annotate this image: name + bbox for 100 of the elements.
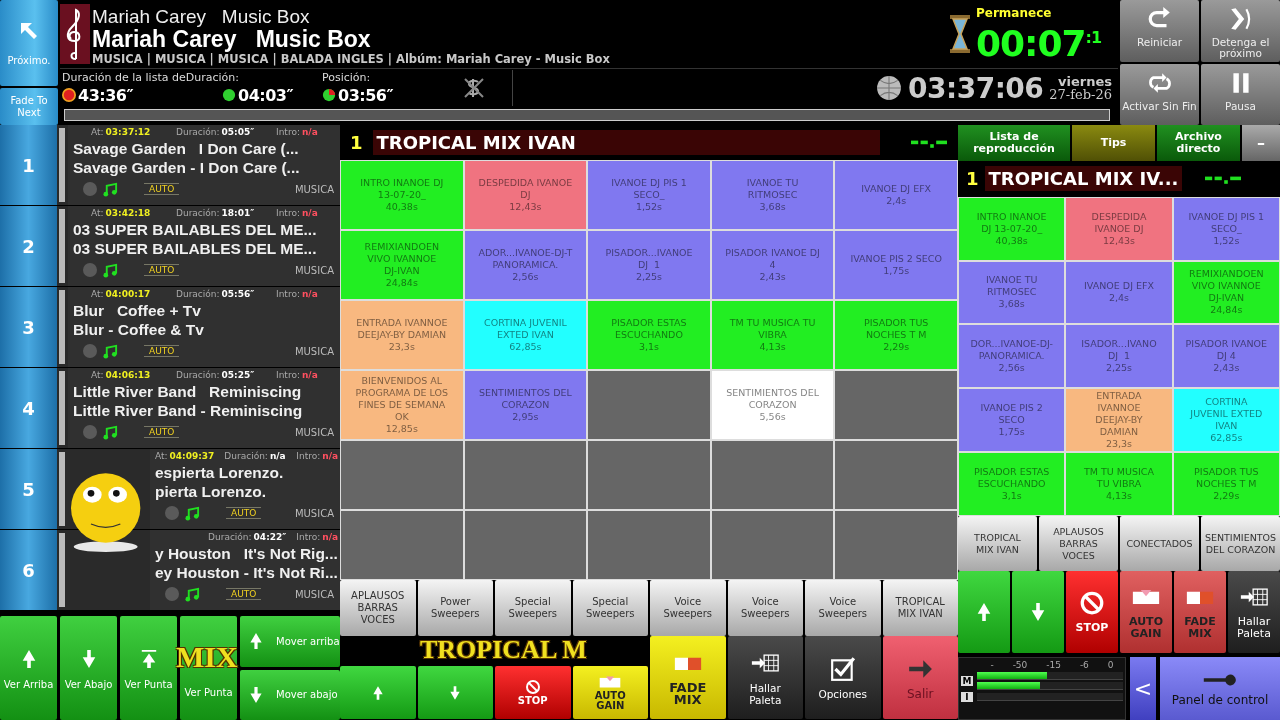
control-panel-button[interactable]: Panel de control <box>1160 657 1280 720</box>
exit-button[interactable]: Salir <box>882 636 958 719</box>
sound-pad[interactable]: ISADOR...IVANO DJ 1 2,25s <box>1066 325 1172 388</box>
sound-pad[interactable]: IVANOE DJ EFX 2,4s <box>835 161 957 229</box>
sound-pad[interactable]: SENTIMIENTOS DEL CORAZON 5,56s <box>711 371 834 439</box>
fade-button[interactable]: Fade To Next <box>0 88 58 125</box>
queue-number[interactable]: 5 <box>0 449 57 529</box>
next-button[interactable]: Próximo. <box>0 0 58 86</box>
queue-number[interactable]: 1 <box>0 125 57 205</box>
sound-pad[interactable]: IVANOE DJ PIS 1 SECO_ 1,52s <box>588 161 710 229</box>
sound-pad[interactable]: PISADOR...IVANOE DJ 1 2,25s <box>588 231 710 299</box>
category-button[interactable]: TROPICAL MIX IVAN <box>882 580 958 636</box>
sound-pad[interactable]: PISADOR ESTAS ESCUCHANDO 3,1s <box>588 301 710 369</box>
sound-pad[interactable]: DESPEDIDA IVANOE DJ 12,43s <box>1066 197 1172 260</box>
track-title: Blur Coffee + Tv <box>73 301 202 320</box>
fade-mix-button[interactable]: FADE MIX <box>650 636 726 719</box>
category-button[interactable]: Voice Sweepers <box>727 580 803 636</box>
start-time: 03:42:18 <box>105 208 151 218</box>
category-label: MUSICA <box>294 345 335 357</box>
minimize-button[interactable]: – <box>1242 125 1280 161</box>
sound-pad[interactable]: PISADOR TUS NOCHES T M 2,29s <box>1173 452 1279 515</box>
sound-pad[interactable]: SENTIMIENTOS DEL CORAZON 2,95s <box>464 371 587 439</box>
playlist-item[interactable]: At: 04:09:37 Duración: n/a Intro: n/a espierta Lorenzo. pierta Lorenzo. AUTO MUSICA <box>150 449 340 529</box>
tab[interactable]: Lista de reproducción <box>958 125 1071 161</box>
sound-pad[interactable]: PISADOR TUS NOCHES T M 2,29s <box>835 301 957 369</box>
sound-pad[interactable]: ENTRADA IVANNOE DEEJAY-BY DAMIAN 23,3s <box>1066 389 1172 451</box>
category-button[interactable]: APLAUSOS BARRAS VOCES <box>1039 515 1118 572</box>
track-title: espierta Lorenzo. <box>155 463 285 482</box>
auto-badge: AUTO <box>144 264 180 276</box>
back-button[interactable]: < <box>1130 657 1156 720</box>
sound-pad[interactable]: BIENVENIDOS AL PROGRAMA DE LOS FINES DE SEMANA OK 12,85s <box>341 371 463 439</box>
sound-pad[interactable]: DOR...IVANOE-DJ- PANORAMICA. 2,56s <box>959 325 1065 388</box>
song-info: MUSICA | MUSICA | MUSICA | BALADA INGLES | Albúm: Mariah Carey - Music Box <box>92 52 611 67</box>
options-button[interactable]: Opciones <box>805 636 881 719</box>
clef-logo <box>60 4 90 64</box>
category-button[interactable]: Power Sweepers <box>417 580 493 636</box>
sound-pad[interactable]: DESPEDIDA IVANOE DJ 12,43s <box>464 161 587 229</box>
status-dot <box>165 506 179 520</box>
down-button[interactable]: Ver Abajo <box>60 616 117 720</box>
duration-value: 04:22″ <box>253 532 287 542</box>
playlist-item[interactable]: At: 03:37:12 Duración: 05:05″ Intro: n/a Savage Garden I Don Care (... Savage Garden - I Don Care (... AUTO MUSICA <box>68 125 340 205</box>
sound-pad[interactable]: PISADOR IVANOE DJ 4 2,43s <box>711 231 834 299</box>
restart-button[interactable]: Reiniciar <box>1120 0 1199 62</box>
sound-pad[interactable]: ADOR...IVANOE-DJ-T PANORAMICA. 2,56s <box>464 231 587 299</box>
category-button[interactable]: Special Sweepers <box>572 580 648 636</box>
music-note-icon <box>185 586 200 602</box>
auto-gain-button[interactable]: AUTO GAIN <box>1120 571 1172 654</box>
tab[interactable]: Archivo directo <box>1157 125 1240 161</box>
queue-number[interactable]: 6 <box>0 530 57 610</box>
sound-pad[interactable]: REMIXIANDOEN VIVO IVANNOE DJ-IVAN 24,84s <box>341 231 463 299</box>
sound-pad[interactable]: PISADOR IVANOE DJ 4 2,43s <box>1173 325 1279 388</box>
up-button[interactable] <box>340 666 416 719</box>
sound-pad[interactable]: PISADOR ESTAS ESCUCHANDO 3,1s <box>959 452 1065 515</box>
top-button[interactable]: Ver Punta <box>120 616 177 720</box>
find-palette-button[interactable]: Hallar Paleta <box>1228 571 1280 654</box>
music-note-icon <box>103 424 118 440</box>
tab[interactable]: Tips <box>1072 125 1155 161</box>
sound-pad[interactable]: IVANOE DJ EFX 2,4s <box>1066 261 1172 324</box>
down-button[interactable] <box>417 666 493 719</box>
category-button[interactable]: APLAUSOS BARRAS VOCES <box>340 580 416 636</box>
up-button[interactable]: Mover arriba <box>240 616 340 667</box>
stop-button[interactable]: STOP <box>495 666 571 719</box>
sound-pad[interactable]: IVANOE TU RITMOSEC 3,68s <box>711 161 834 229</box>
sound-pad[interactable]: ENTRADA IVANNOE DEEJAY-BY DAMIAN 23,3s <box>341 301 463 369</box>
pause-button[interactable]: Pausa <box>1201 63 1280 125</box>
category-button[interactable]: TROPICAL MIX IVAN <box>958 515 1037 572</box>
sound-pad[interactable]: IVANOE PIS 2 SECO 1,75s <box>959 389 1065 451</box>
sound-pad[interactable]: IVANOE PIS 2 SECO 1,75s <box>835 231 957 299</box>
loop-button[interactable]: Activar Sin Fin <box>1120 63 1199 125</box>
sound-pad[interactable]: INTRO INANOE DJ 13-07-20_ 40,38s <box>341 161 463 229</box>
playlist-item[interactable]: At: 04:00:17 Duración: 05:56″ Intro: n/a Blur Coffee + Tv Blur - Coffee & Tv AUTO MUSICA <box>68 287 340 367</box>
fade-mix-button[interactable]: FADE MIX <box>1174 571 1226 654</box>
sound-pad[interactable]: REMIXIANDOEN VIVO IVANNOE DJ-IVAN 24,84s <box>1173 261 1279 324</box>
auto-gain-button[interactable]: AUTO GAIN <box>572 666 648 719</box>
sound-pad[interactable]: INTRO INANOE DJ 13-07-20_ 40,38s <box>959 197 1065 260</box>
sound-pad[interactable]: CORTINA JUVENIL EXTED IVAN 62,85s <box>464 301 587 369</box>
down-button[interactable] <box>1012 571 1064 654</box>
duration-label: Duración: <box>176 127 220 137</box>
sound-pad[interactable]: TM TU MUSICA TU VIBRA 4,13s <box>1066 452 1172 515</box>
category-button[interactable]: CONECTADOS <box>1120 515 1199 572</box>
category-button[interactable]: Voice Sweepers <box>650 580 726 636</box>
playlist-item[interactable]: Duración: 04:22″ Intro: n/a y Houston It's Not Rig... ey Houston - It's Not Ri... AUTO MUSICA <box>150 530 340 610</box>
queue-number[interactable]: 2 <box>0 206 57 286</box>
up-button[interactable] <box>958 571 1010 654</box>
category-button[interactable]: Special Sweepers <box>495 580 571 636</box>
category-button[interactable]: SENTIMIENTOS DEL CORAZON <box>1201 515 1280 572</box>
queue-number[interactable]: 3 <box>0 287 57 367</box>
down-button[interactable]: Mover abajo <box>240 669 340 720</box>
category-button[interactable]: Voice Sweepers <box>805 580 881 636</box>
sound-pad[interactable]: IVANOE TU RITMOSEC 3,68s <box>959 261 1065 324</box>
queue-number[interactable]: 4 <box>0 368 57 448</box>
sound-pad[interactable]: IVANOE DJ PIS 1 SECO_ 1,52s <box>1173 197 1279 260</box>
sound-pad[interactable]: TM TU MUSICA TU VIBRA 4,13s <box>711 301 834 369</box>
skip-button[interactable]: Detenga el próximo <box>1201 0 1280 62</box>
find-palette-button[interactable]: Hallar Paleta <box>727 636 803 719</box>
stop-button[interactable]: STOP <box>1066 571 1118 654</box>
playlist-item[interactable]: At: 03:42:18 Duración: 18:01″ Intro: n/a 03 SUPER BAILABLES DEL ME... 03 SUPER BAILABLES DEL ME... AUTO MUSICA <box>68 206 340 286</box>
sound-pad[interactable]: CORTINA JUVENIL EXTED IVAN 62,85s <box>1173 389 1279 451</box>
playlist-item[interactable]: At: 04:06:13 Duración: 05:25″ Intro: n/a Little River Band Reminiscing Little River Band - Reminiscing AUTO MUSICA <box>68 368 340 448</box>
up-button[interactable]: Ver Arriba <box>0 616 57 720</box>
